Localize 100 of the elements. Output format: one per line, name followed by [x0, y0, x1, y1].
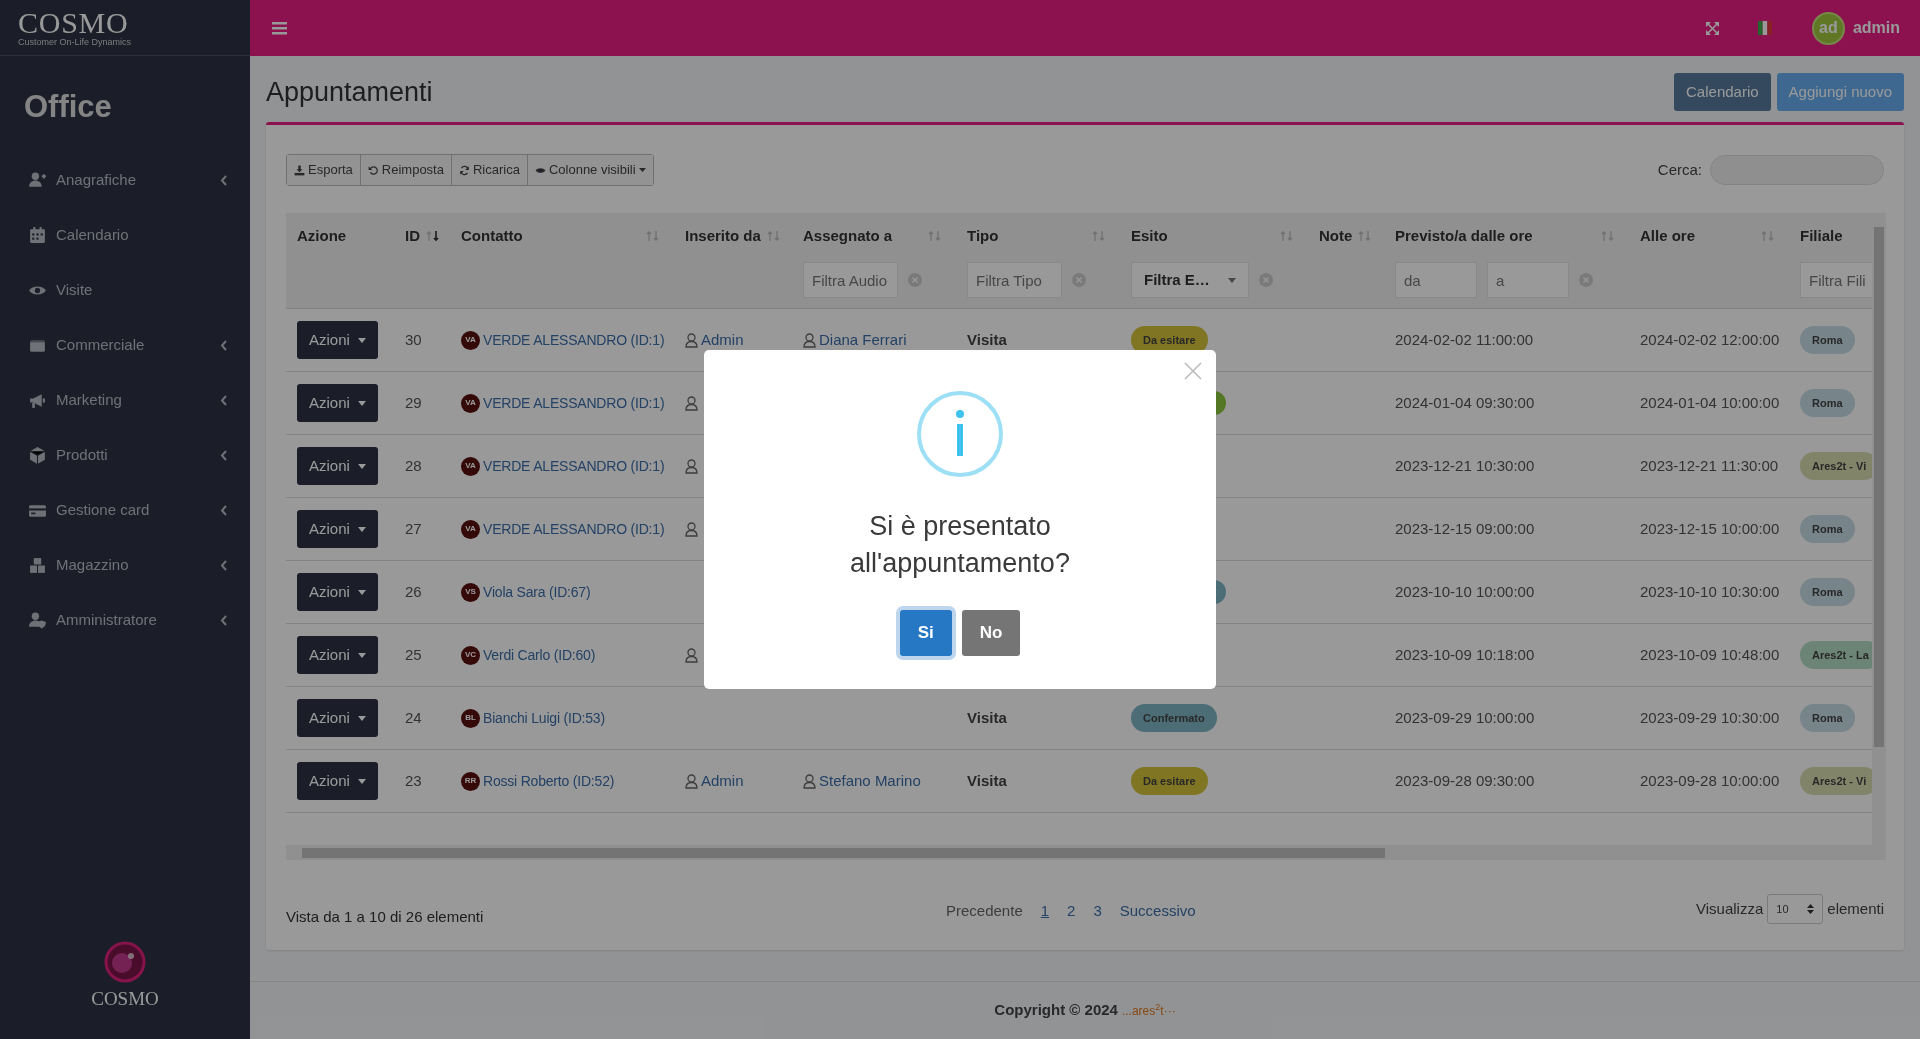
clear-icon: [908, 273, 922, 287]
column-header[interactable]: Tipo: [967, 224, 999, 248]
filter-field[interactable]: da: [1395, 262, 1477, 298]
sidebar-item[interactable]: Anagrafiche: [0, 152, 250, 208]
column-header[interactable]: Azione: [297, 224, 347, 248]
brand-logo: COSMO: [18, 8, 129, 37]
contact-link[interactable]: VERDE ALESSANDRO (ID:1): [483, 455, 665, 477]
contact-link[interactable]: Bianchi Luigi (ID:53): [483, 707, 605, 729]
actions-button[interactable]: Azioni: [297, 762, 378, 800]
dialog-title: Si è presentato all'appuntamento?: [849, 510, 1071, 580]
contact-avatar: VC: [461, 645, 480, 665]
table-cell-text: 26: [405, 581, 422, 602]
toolbar-button[interactable]: Ricarica: [450, 155, 527, 185]
user-link[interactable]: Admin: [701, 769, 744, 793]
column-header[interactable]: Contatto: [461, 224, 523, 248]
actions-button[interactable]: Azioni: [297, 447, 378, 485]
actions-button[interactable]: Azioni: [297, 699, 378, 737]
previous-link[interactable]: Precedente: [946, 900, 1023, 923]
user-menu[interactable]: ad admin: [1811, 11, 1900, 45]
column-header[interactable]: Previsto/a dalle ore: [1395, 224, 1533, 248]
contact-avatar: BL: [461, 708, 480, 728]
page-link[interactable]: 1: [1040, 900, 1050, 923]
contact-avatar: VA: [461, 519, 480, 539]
table-cell-text: 23: [405, 770, 422, 791]
company-logo: ...ares$^{2}$t···: [1121, 1001, 1176, 1020]
page-link[interactable]: 2: [1067, 900, 1076, 923]
user-link[interactable]: Admin: [701, 328, 744, 352]
column-header[interactable]: Filiale: [1800, 224, 1843, 248]
sidebar-item[interactable]: Calendario: [0, 207, 250, 263]
filter-field[interactable]: Filtra Tipo: [967, 262, 1062, 298]
actions-button[interactable]: Azioni: [297, 510, 378, 548]
filter-field[interactable]: a: [1487, 262, 1569, 298]
close-button[interactable]: [1184, 362, 1202, 380]
actions-button[interactable]: Azioni: [297, 636, 378, 674]
next-link[interactable]: Successivo: [1119, 900, 1196, 923]
menu-button[interactable]: [270, 19, 289, 37]
filter-select[interactable]: Filtra E…: [1131, 262, 1249, 298]
language-button[interactable]: [1757, 21, 1772, 35]
filter-field[interactable]: Filtra Audio: [803, 262, 898, 298]
table-cell-text: 2023-09-28 10:00:00: [1640, 770, 1780, 791]
table-cell-text: Visita: [967, 329, 1007, 350]
contact-link[interactable]: VERDE ALESSANDRO (ID:1): [483, 329, 665, 351]
column-header[interactable]: Note: [1319, 224, 1353, 248]
contact-link[interactable]: Viola Sara (ID:67): [483, 581, 591, 603]
caret-down-icon: [357, 400, 366, 406]
column-header[interactable]: ID: [405, 224, 420, 248]
table-cell-text: 27: [405, 518, 422, 539]
page-button[interactable]: Aggiungi nuovo: [1776, 73, 1904, 111]
toolbar-button[interactable]: Reimposta: [359, 155, 451, 185]
column-header[interactable]: Assegnato a: [803, 224, 893, 248]
column-header[interactable]: Esito: [1131, 224, 1168, 248]
table-cell-text: 2023-10-10 10:00:00: [1395, 581, 1535, 602]
user-icon: [803, 332, 816, 348]
dialog-button[interactable]: Si: [899, 610, 952, 656]
contact-link[interactable]: VERDE ALESSANDRO (ID:1): [483, 518, 665, 540]
contact-link[interactable]: Verdi Carlo (ID:60): [483, 644, 596, 666]
user-link[interactable]: Diana Ferrari: [819, 328, 907, 352]
sidebar-item[interactable]: Marketing: [0, 372, 250, 428]
page-link[interactable]: 3: [1093, 900, 1102, 923]
actions-button[interactable]: Azioni: [297, 573, 378, 611]
sidebar-item[interactable]: Amministratore: [0, 592, 250, 648]
actions-button[interactable]: Azioni: [297, 321, 378, 359]
sidebar-item[interactable]: Visite: [0, 262, 250, 318]
brand-emblem-icon: [104, 940, 146, 983]
toolbar-button[interactable]: Colonne visibili: [526, 155, 653, 185]
contact-avatar: VS: [461, 582, 480, 602]
contact-link[interactable]: Rossi Roberto (ID:52): [483, 770, 615, 792]
sidebar-item[interactable]: Prodotti: [0, 427, 250, 483]
table-cell-text: 2023-10-09 10:48:00: [1640, 644, 1780, 665]
caret-down-icon: [638, 167, 646, 173]
table-cell-text: 2024-02-02 11:00:00: [1395, 329, 1534, 350]
user-plus-icon: [28, 170, 47, 190]
status-badge: Roma: [1800, 388, 1855, 418]
sidebar-item[interactable]: Commerciale: [0, 317, 250, 373]
clear-icon: [1579, 273, 1593, 287]
sidebar-item[interactable]: Magazzino: [0, 537, 250, 593]
status-badge: Roma: [1800, 325, 1855, 355]
page-button[interactable]: Calendario: [1674, 73, 1771, 111]
page-size-select[interactable]: 10: [1767, 894, 1824, 924]
contact-avatar: RR: [461, 771, 480, 791]
close-icon: [1184, 362, 1202, 380]
table-cell-text: 2023-09-29 10:30:00: [1640, 707, 1780, 728]
search-label: Cerca:: [1657, 159, 1702, 180]
user-link[interactable]: Stefano Marino: [819, 769, 921, 793]
column-header[interactable]: Inserito da: [685, 224, 761, 248]
download-icon: [294, 164, 305, 176]
dialog-button[interactable]: No: [961, 610, 1021, 656]
refresh-icon: [458, 164, 470, 176]
sidebar-item[interactable]: Gestione card: [0, 482, 250, 538]
user-icon: [803, 773, 816, 789]
toolbar-button[interactable]: Esporta: [287, 155, 360, 185]
column-header[interactable]: Alle ore: [1640, 224, 1696, 248]
actions-button[interactable]: Azioni: [297, 384, 378, 422]
contact-link[interactable]: VERDE ALESSANDRO (ID:1): [483, 392, 665, 414]
horizontal-scrollbar[interactable]: [286, 845, 1886, 860]
caret-down-icon: [357, 526, 366, 532]
fullscreen-button[interactable]: [1704, 20, 1720, 36]
table-cell-text: 2023-10-09 10:18:00: [1395, 644, 1535, 665]
user-shield-icon: [28, 610, 47, 630]
table-cell-text: 2023-12-15 10:00:00: [1640, 518, 1780, 539]
